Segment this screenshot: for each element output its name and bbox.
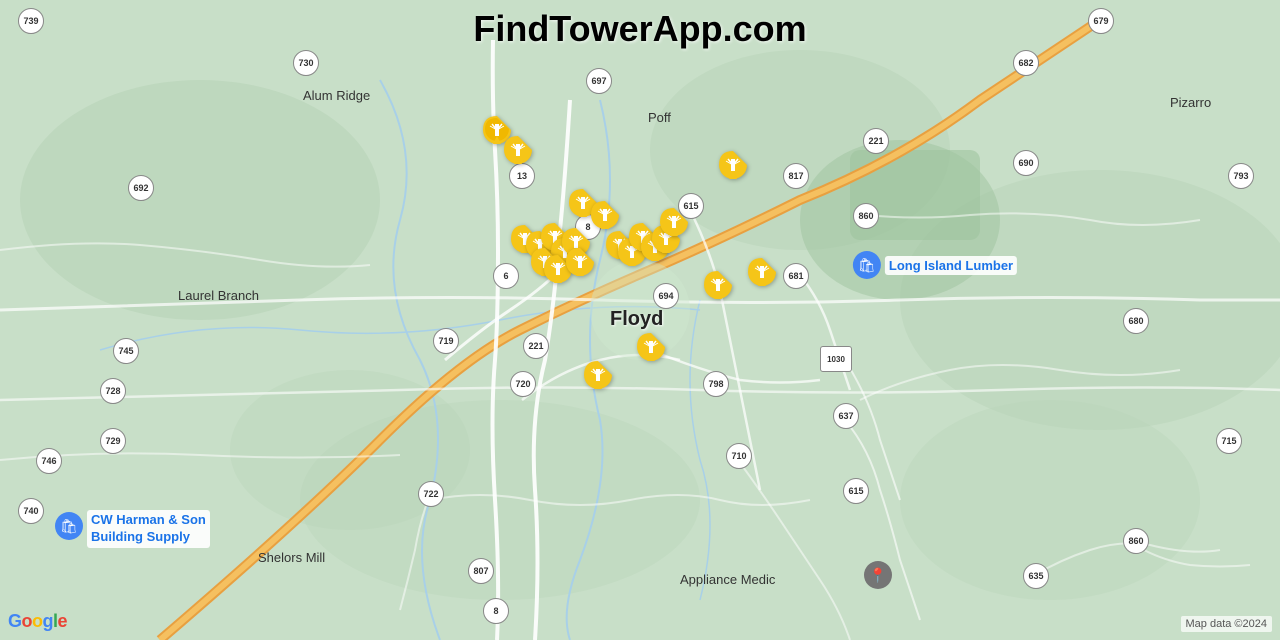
road-badge-8b: 8 — [483, 598, 509, 624]
tower-marker-2[interactable] — [504, 136, 532, 175]
long-island-lumber-pin[interactable]: 🛍 — [853, 251, 881, 279]
tower-marker-20[interactable] — [704, 271, 732, 310]
business-marker-appliance-medic[interactable]: 📍 — [864, 561, 892, 589]
long-island-lumber-label: Long Island Lumber — [885, 256, 1017, 275]
road-badge-798: 798 — [703, 371, 729, 397]
road-badge-681: 681 — [783, 263, 809, 289]
road-badge-860b: 860 — [1123, 528, 1149, 554]
road-badge-680: 680 — [1123, 308, 1149, 334]
business-marker-long-island-lumber[interactable]: 🛍 Long Island Lumber — [853, 251, 1017, 279]
road-badge-860a: 860 — [853, 203, 879, 229]
map-data-attribution: Map data ©2024 — [1181, 616, 1273, 632]
road-badge-730: 730 — [293, 50, 319, 76]
road-badge-719: 719 — [433, 328, 459, 354]
road-badge-715: 715 — [1216, 428, 1242, 454]
road-badge-6a: 6 — [493, 263, 519, 289]
tower-marker-22[interactable] — [637, 333, 665, 372]
place-label-shelors-mill: Shelors Mill — [258, 550, 325, 565]
road-badge-710: 710 — [726, 443, 752, 469]
page-title: FindTowerApp.com — [473, 8, 806, 50]
cw-harman-label: CW Harman & SonBuilding Supply — [87, 510, 210, 548]
road-badge-728: 728 — [100, 378, 126, 404]
road-badge-720: 720 — [510, 371, 536, 397]
appliance-medic-pin[interactable]: 📍 — [864, 561, 892, 589]
tower-marker-21[interactable] — [748, 258, 776, 297]
place-label-floyd: Floyd — [610, 308, 663, 331]
place-label-laurel-branch: Laurel Branch — [178, 288, 259, 303]
road-badge-221a: 221 — [863, 128, 889, 154]
road-badge-1030: 1030 — [820, 346, 852, 372]
tower-marker-3[interactable] — [719, 151, 747, 190]
road-badge-817: 817 — [783, 163, 809, 189]
place-label-appliance-medic: Appliance Medic — [680, 572, 775, 587]
place-label-alum-ridge: Alum Ridge — [303, 88, 370, 103]
road-badge-740: 740 — [18, 498, 44, 524]
google-logo: Google — [8, 611, 67, 632]
road-badge-722: 722 — [418, 481, 444, 507]
cw-harman-pin[interactable]: 🛍 — [55, 512, 83, 540]
road-badge-692: 692 — [128, 175, 154, 201]
road-badge-637: 637 — [833, 403, 859, 429]
road-badge-739: 739 — [18, 8, 44, 34]
place-label-pizarro: Pizarro — [1170, 95, 1211, 110]
road-badge-221b: 221 — [523, 333, 549, 359]
road-badge-690: 690 — [1013, 150, 1039, 176]
road-badge-746: 746 — [36, 448, 62, 474]
road-badge-679: 679 — [1088, 8, 1114, 34]
business-marker-cw-harman[interactable]: 🛍 CW Harman & SonBuilding Supply — [55, 510, 210, 548]
road-badge-697: 697 — [586, 68, 612, 94]
road-badge-793: 793 — [1228, 163, 1254, 189]
tower-marker-23[interactable] — [584, 361, 612, 400]
road-badge-729: 729 — [100, 428, 126, 454]
road-badge-694: 694 — [653, 283, 679, 309]
place-label-poff: Poff — [648, 110, 671, 125]
road-badge-682: 682 — [1013, 50, 1039, 76]
road-badge-807: 807 — [468, 558, 494, 584]
map-container: FindTowerApp.com Alum Ridge Poff Pizarro… — [0, 0, 1280, 640]
road-badge-635: 635 — [1023, 563, 1049, 589]
tower-marker-19[interactable] — [660, 208, 688, 247]
tower-marker-13[interactable] — [566, 248, 594, 287]
road-badge-615b: 615 — [843, 478, 869, 504]
road-badge-745: 745 — [113, 338, 139, 364]
